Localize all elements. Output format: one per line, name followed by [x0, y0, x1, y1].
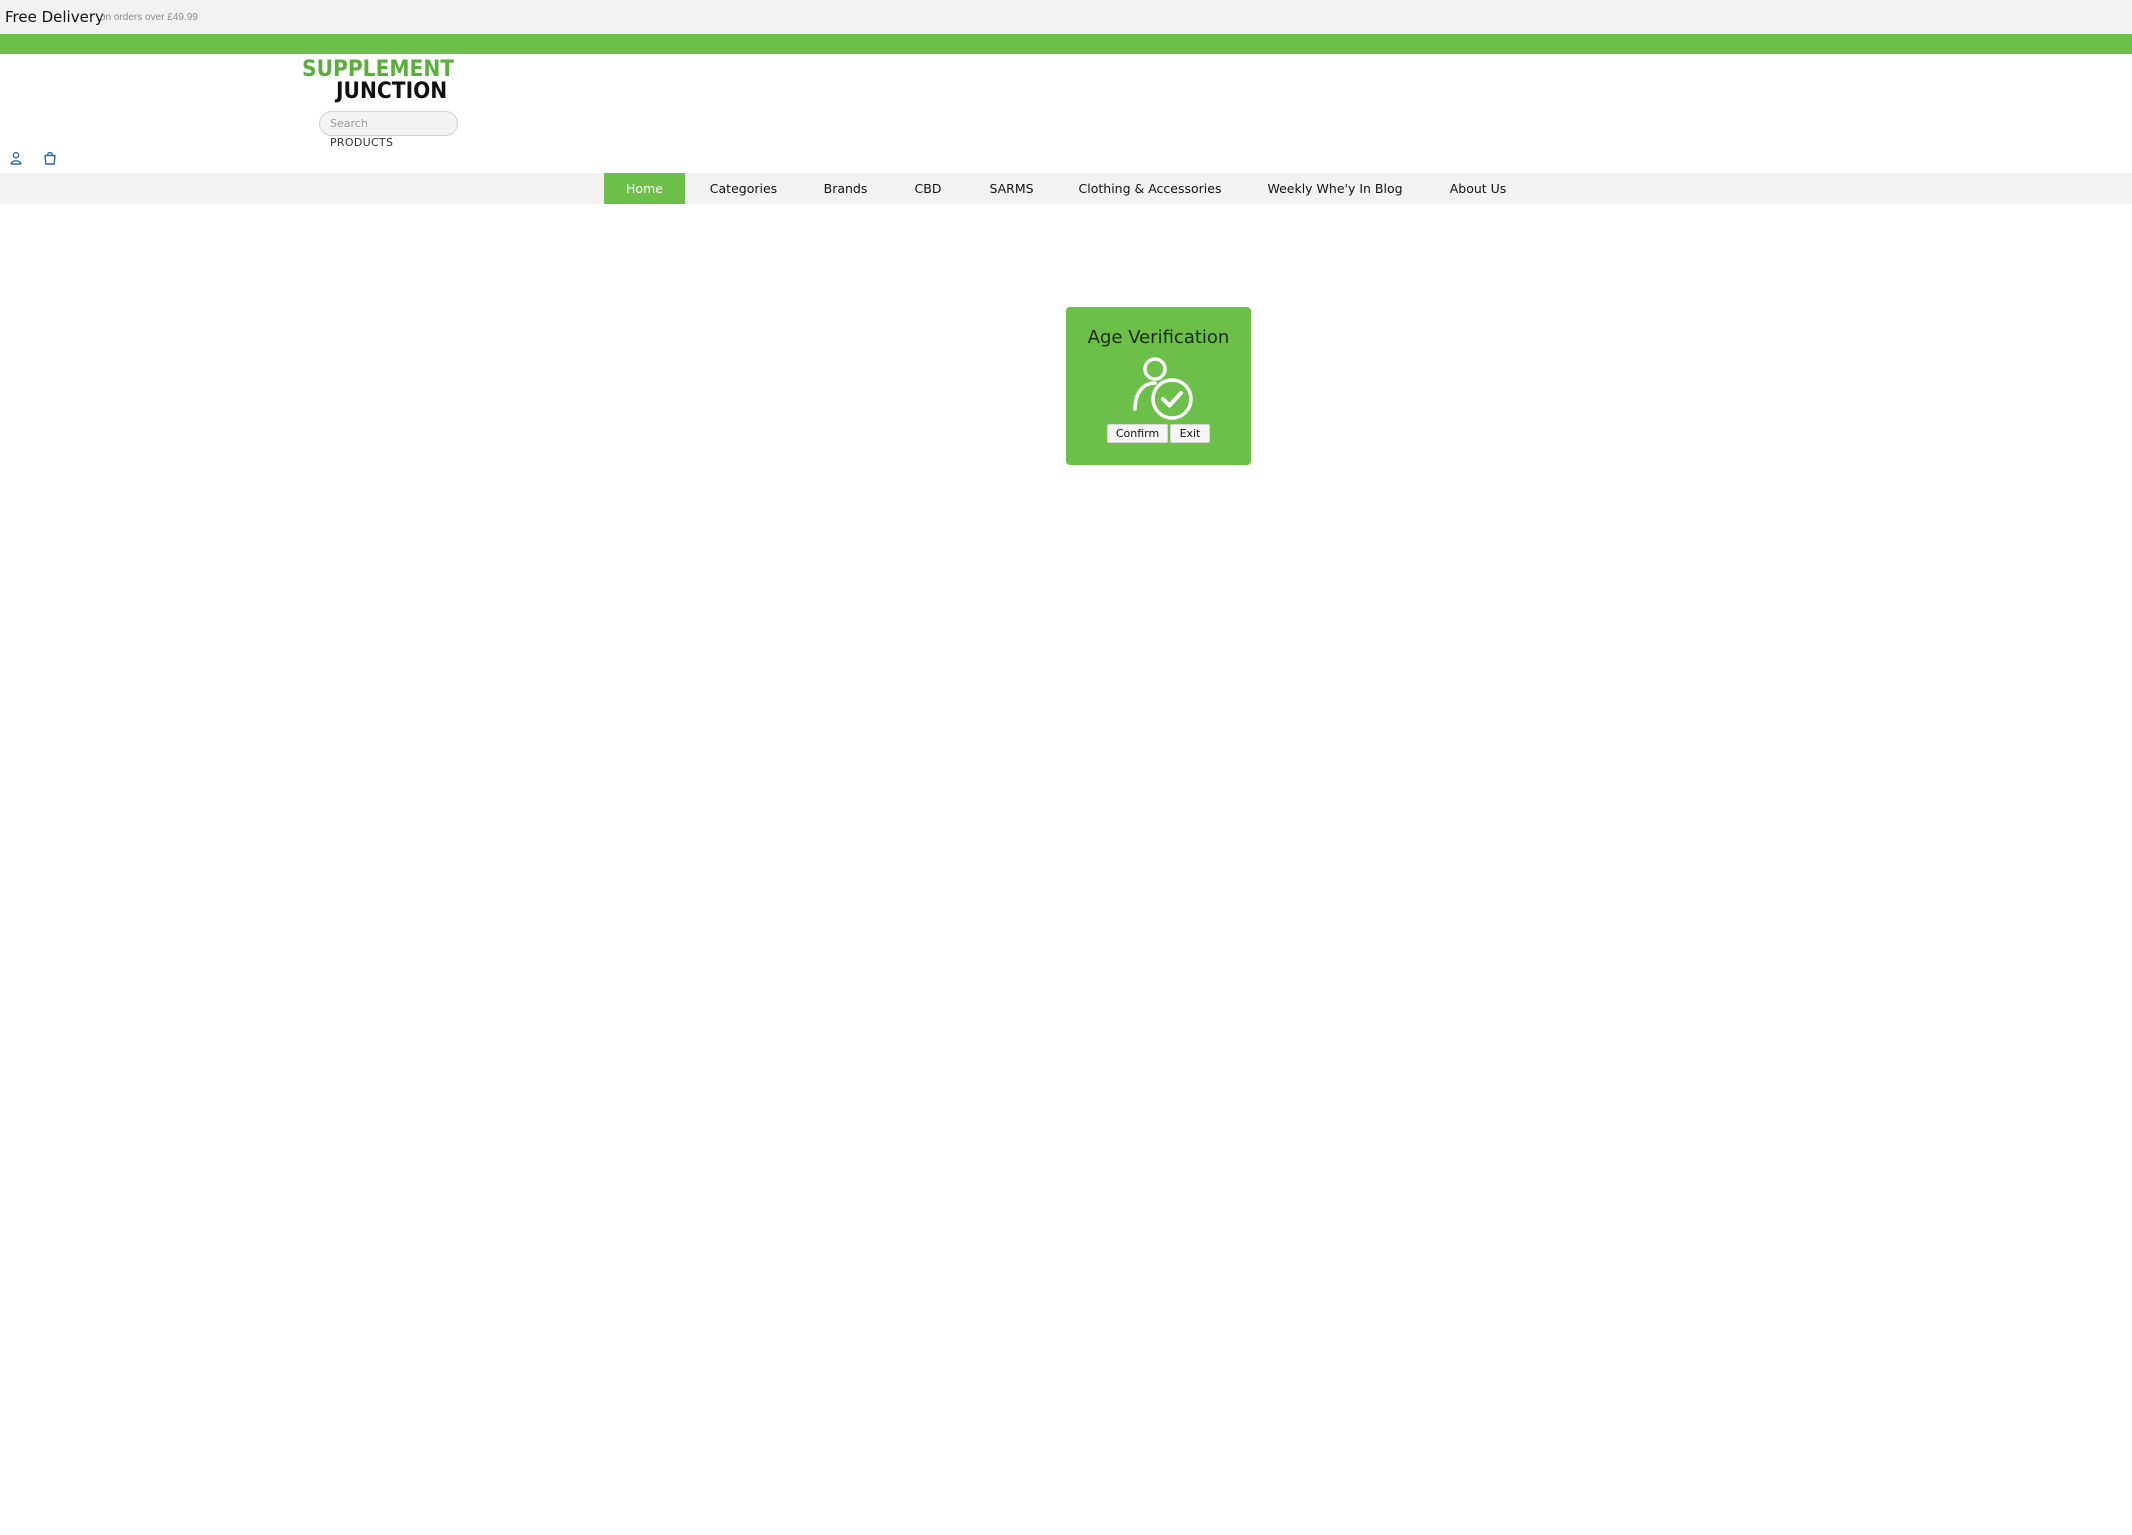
modal-title: Age Verification: [1087, 327, 1230, 348]
nav-sarms[interactable]: SARMS: [976, 173, 1047, 204]
brand-strip: [0, 34, 2132, 54]
nav-about-us[interactable]: About Us: [1440, 173, 1516, 204]
site-logo[interactable]: SUPPLEMENT JUNCTION: [302, 58, 454, 110]
logo-line-2: JUNCTION: [336, 79, 448, 104]
announcement-bar: Free Delivery on orders over £49.99: [0, 0, 2132, 34]
free-delivery-text: Free Delivery: [5, 8, 104, 26]
nav-blog[interactable]: Weekly Whe'y In Blog: [1257, 173, 1413, 204]
shopping-bag-icon[interactable]: [41, 149, 59, 167]
nav-cbd[interactable]: CBD: [905, 173, 951, 204]
products-label[interactable]: PRODUCTS: [330, 136, 393, 149]
nav-home[interactable]: Home: [604, 173, 685, 204]
nav-categories[interactable]: Categories: [701, 173, 786, 204]
user-icon[interactable]: [7, 149, 25, 167]
main-nav: Home Categories Brands CBD SARMS Clothin…: [0, 173, 2132, 204]
confirm-button[interactable]: Confirm: [1107, 424, 1168, 443]
user-check-icon: [1130, 357, 1194, 425]
exit-button[interactable]: Exit: [1170, 424, 1210, 443]
age-verification-modal: Age Verification Confirm Exit: [1066, 307, 1251, 465]
nav-clothing-accessories[interactable]: Clothing & Accessories: [1070, 173, 1230, 204]
free-delivery-subtext: on orders over £49.99: [100, 12, 198, 23]
search-input[interactable]: [319, 111, 458, 136]
nav-brands[interactable]: Brands: [812, 173, 879, 204]
